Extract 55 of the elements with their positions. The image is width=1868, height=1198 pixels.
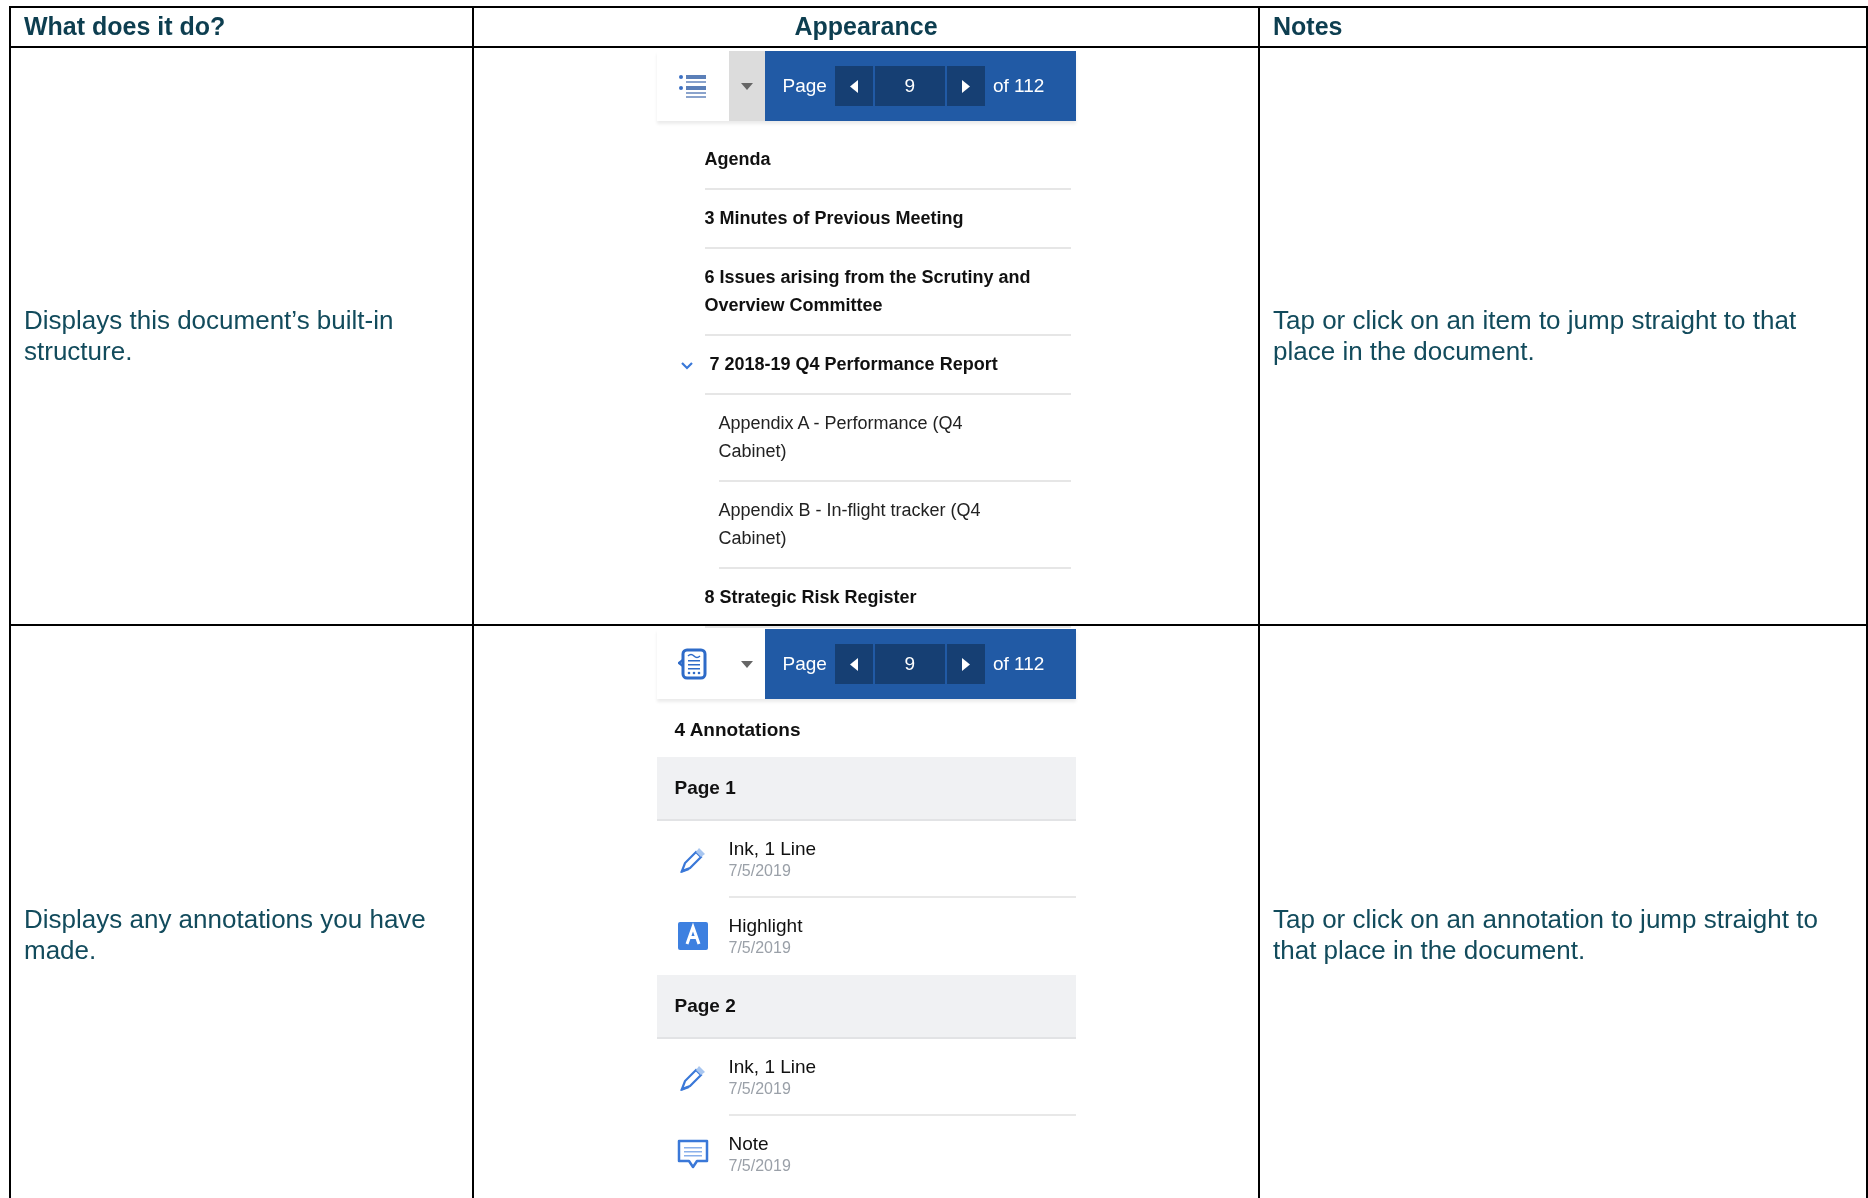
page-count: of 112 bbox=[992, 653, 1045, 675]
annotation-date: 7/5/2019 bbox=[728, 938, 792, 958]
outline-item-label: 8 Strategic Risk Register bbox=[704, 586, 918, 609]
column-header: Appearance bbox=[794, 12, 938, 40]
right-arrow-icon bbox=[961, 79, 970, 93]
caret-icon bbox=[740, 82, 753, 90]
annotation-title[interactable]: Ink, 1 Line bbox=[728, 1055, 817, 1079]
outline-subitem-label: Appendix A - Performance (Q4 Cabinet) bbox=[718, 412, 964, 463]
page-count: of 112 bbox=[992, 75, 1045, 97]
outline-item[interactable]: 7 2018-19 Q4 Performance Report bbox=[704, 336, 1071, 395]
highlight-text-icon bbox=[677, 922, 708, 950]
outline-subitem-label: Appendix B - In-flight tracker (Q4 Cabinet) bbox=[718, 499, 982, 550]
outline-subitem[interactable]: Appendix A - Performance (Q4 Cabinet) bbox=[718, 395, 1071, 482]
annotation-count: 4 Annotations bbox=[674, 719, 801, 740]
chevron-icon[interactable] bbox=[680, 362, 693, 370]
annotation-title[interactable]: Note bbox=[728, 1132, 791, 1156]
description-text: Displays any annotations you have made. bbox=[24, 903, 427, 967]
right-arrow-icon bbox=[961, 657, 970, 671]
outline-item[interactable]: Agenda bbox=[704, 131, 1071, 190]
column-header: What does it do? bbox=[24, 12, 226, 40]
page-label: Page bbox=[782, 653, 827, 675]
next-page-button[interactable] bbox=[946, 644, 985, 684]
annotation-title[interactable]: Ink, 1 Line bbox=[728, 837, 817, 861]
outline-subitem[interactable]: Appendix B - In-flight tracker (Q4 Cabinet) bbox=[718, 482, 1071, 569]
previous-page-button[interactable] bbox=[834, 644, 873, 684]
comment-icon bbox=[676, 1139, 709, 1169]
pen-icon bbox=[678, 1063, 707, 1091]
outline-item-label: 6 Issues arising from the Scrutiny and Overview Committee bbox=[704, 266, 1032, 317]
left-arrow-icon bbox=[849, 79, 858, 93]
caret-icon bbox=[740, 660, 753, 668]
notes-text: Tap or click on an item to jump straight to that place in the document. bbox=[1273, 304, 1798, 368]
panel-toggle-button[interactable] bbox=[656, 629, 729, 699]
description-text: Displays this document’s built-in structure. bbox=[24, 304, 395, 368]
outline-item-label: 3 Minutes of Previous Meeting bbox=[704, 207, 965, 230]
annotation-date: 7/5/2019 bbox=[728, 861, 792, 881]
page-number-field[interactable]: 9 bbox=[874, 66, 945, 106]
panel-toggle-button[interactable] bbox=[656, 51, 729, 121]
page-group-header: Page 1 bbox=[656, 757, 1076, 821]
annotation-date: 7/5/2019 bbox=[728, 1156, 791, 1176]
page-group-header: Page 2 bbox=[656, 975, 1076, 1039]
outline-item[interactable]: 3 Minutes of Previous Meeting bbox=[704, 190, 1071, 249]
outline-item[interactable]: 6 Issues arising from the Scrutiny and Overview Committee bbox=[704, 249, 1071, 336]
annotation-title[interactable]: Highlight bbox=[728, 914, 803, 938]
annotation-list-icon bbox=[677, 648, 708, 680]
previous-page-button[interactable] bbox=[834, 66, 873, 106]
left-arrow-icon bbox=[849, 657, 858, 671]
notes-text: Tap or click on an annotation to jump straight to that place in the document. bbox=[1273, 903, 1819, 967]
page-number-field[interactable]: 9 bbox=[874, 644, 945, 684]
outline-item-label: 7 2018-19 Q4 Performance Report bbox=[709, 353, 999, 376]
page-label: Page bbox=[782, 75, 827, 97]
outline-item-label: Agenda bbox=[704, 148, 772, 171]
annotation-date: 7/5/2019 bbox=[728, 1079, 792, 1099]
column-header: Notes bbox=[1273, 12, 1343, 40]
pen-icon bbox=[678, 845, 707, 873]
next-page-button[interactable] bbox=[946, 66, 985, 106]
